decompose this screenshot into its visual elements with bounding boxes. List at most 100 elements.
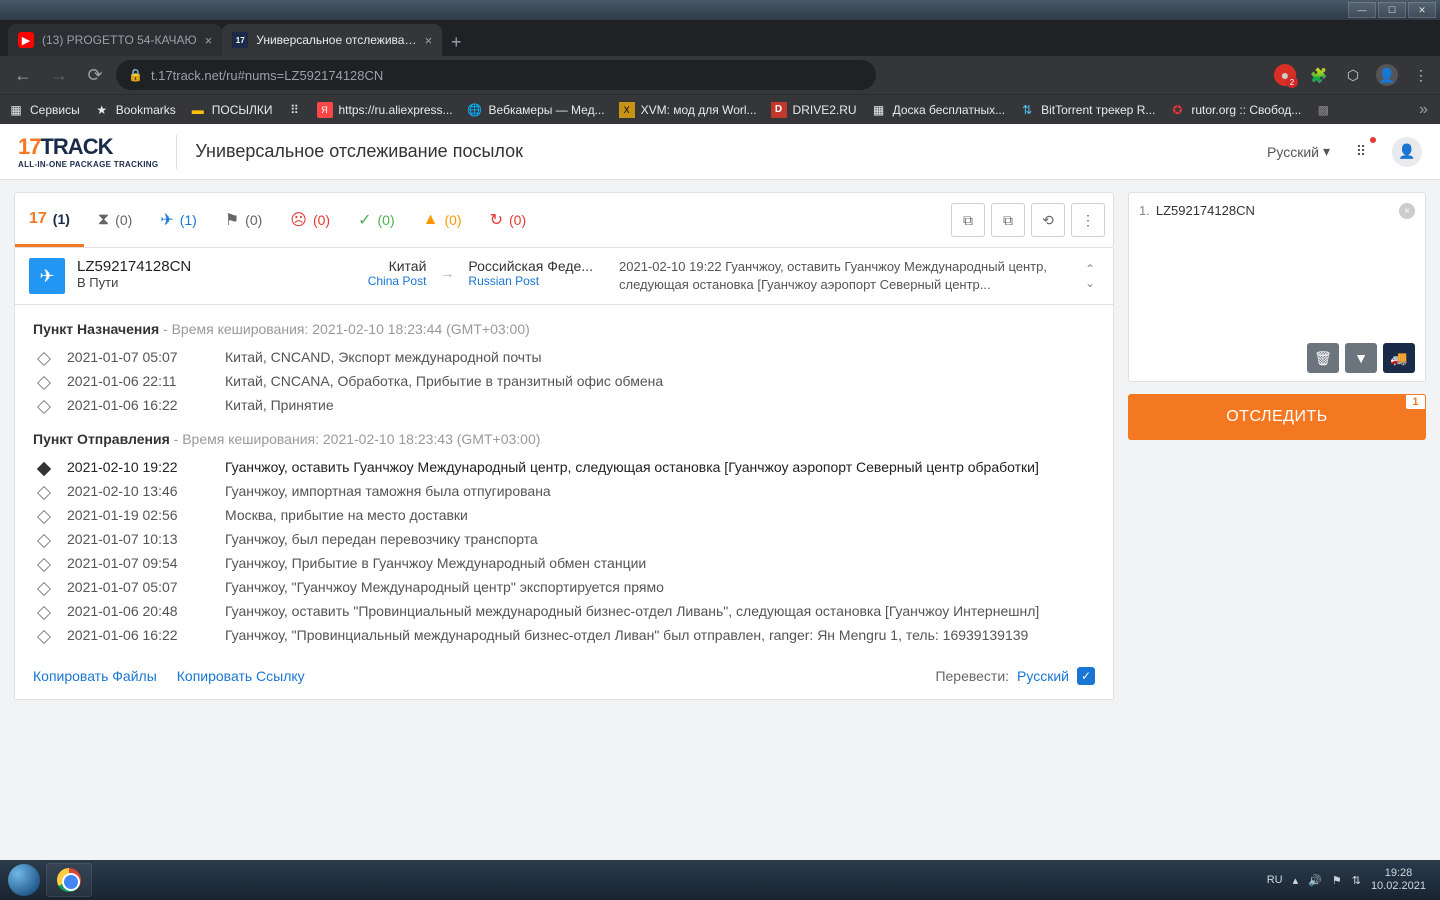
filter-tab-failed[interactable]: ☹ (0)	[276, 193, 344, 247]
tray-flag-icon[interactable]: ⚑	[1332, 874, 1342, 887]
translate-language[interactable]: Русский	[1017, 668, 1069, 684]
filter-tab-alert[interactable]: ▲ (0)	[409, 193, 476, 247]
back-button[interactable]: ←	[8, 60, 38, 90]
site-header: 17TRACK ALL-IN-ONE PACKAGE TRACKING Унив…	[0, 124, 1440, 180]
refresh-button[interactable]: ⟲	[1031, 203, 1065, 237]
bittorrent-icon: ⇅	[1019, 102, 1035, 118]
filter-button[interactable]: ▼	[1345, 343, 1377, 373]
language-selector[interactable]: Русский ▾	[1267, 143, 1330, 160]
extension-icon-2[interactable]: ⬡	[1342, 64, 1364, 86]
filter-tab-delivered[interactable]: ✓ (0)	[344, 193, 409, 247]
translate-checkbox[interactable]: ✓	[1077, 667, 1095, 685]
package-summary[interactable]: ✈ LZ592174128CN В Пути Китай China Post …	[14, 248, 1114, 305]
clear-input-button[interactable]: ×	[1399, 203, 1415, 219]
event-timestamp: 2021-01-19 02:56	[67, 507, 207, 523]
bookmark-item[interactable]: ▩	[1315, 102, 1331, 118]
timeline-dot	[37, 534, 51, 548]
caret-down-icon: ▾	[1323, 143, 1330, 160]
drive2-icon: D	[771, 102, 787, 118]
event-timestamp: 2021-01-07 05:07	[67, 349, 207, 365]
reload-button[interactable]: ⟳	[80, 60, 110, 90]
event-description: Гуанчжоу, был передан перевозчику трансп…	[225, 531, 1095, 547]
all-icon: 17	[29, 210, 47, 228]
window-close-button[interactable]: ✕	[1408, 2, 1436, 18]
event-row: 2021-01-06 16:22Гуанчжоу, "Провинциальны…	[39, 623, 1095, 647]
bookmark-item[interactable]: XXVM: мод для Worl...	[619, 102, 757, 118]
bookmark-item[interactable]: ⠿	[287, 102, 303, 118]
globe-icon: 🌐	[467, 102, 483, 118]
apps-icon: ▦	[8, 102, 24, 118]
browser-tab-17track[interactable]: 17 Универсальное отслеживание ×	[222, 24, 442, 56]
filter-tab-expired[interactable]: ↻ (0)	[476, 193, 541, 247]
collapse-button[interactable]: ⌃⌄	[1081, 262, 1099, 290]
filter-tab-pending[interactable]: ⧗ (0)	[84, 193, 146, 247]
copy-all-button[interactable]: ⧉	[991, 203, 1025, 237]
extension-icon[interactable]: ●2	[1274, 64, 1296, 86]
filter-tab-transit[interactable]: ✈ (1)	[146, 193, 211, 247]
tracking-input-box[interactable]: 1. LZ592174128CN × 🗑 ▼ 🚚	[1128, 192, 1426, 382]
origin-carrier[interactable]: China Post	[368, 274, 427, 288]
event-description: Китай, Принятие	[225, 397, 1095, 413]
event-timestamp: 2021-01-06 20:48	[67, 603, 207, 619]
apps-menu-button[interactable]: ⠿	[1348, 139, 1374, 165]
bookmarks-overflow-button[interactable]: »	[1419, 101, 1432, 119]
browser-tab-youtube[interactable]: ▶ (13) PROGETTO 54-КАЧАЮ ×	[8, 24, 222, 56]
bookmark-item[interactable]: 🌐Вебкамеры — Мед...	[467, 102, 605, 118]
new-tab-button[interactable]: +	[442, 28, 470, 56]
destination-events: 2021-01-07 05:07Китай, CNCAND, Экспорт м…	[39, 345, 1095, 417]
copy-button[interactable]: ⧉	[951, 203, 985, 237]
bookmark-item[interactable]: ▬ПОСЫЛКИ	[190, 102, 273, 118]
delete-button[interactable]: 🗑	[1307, 343, 1339, 373]
window-maximize-button[interactable]: ☐	[1378, 2, 1406, 18]
timeline-dot	[37, 606, 51, 620]
aliexpress-icon: Я	[317, 102, 333, 118]
browser-tab-strip: ▶ (13) PROGETTO 54-КАЧАЮ × 17 Универсаль…	[0, 20, 1440, 56]
tray-clock[interactable]: 19:28 10.02.2021	[1371, 867, 1426, 893]
profile-avatar[interactable]: 👤	[1376, 64, 1398, 86]
bookmark-services[interactable]: ▦Сервисы	[8, 102, 80, 118]
extensions-icon[interactable]: 🧩	[1308, 64, 1330, 86]
bookmark-item[interactable]: ✪rutor.org :: Свобод...	[1169, 102, 1301, 118]
copy-link-link[interactable]: Копировать Ссылку	[177, 668, 305, 684]
tray-network-icon[interactable]: ⇅	[1352, 874, 1361, 887]
track-button[interactable]: ОТСЛЕДИТЬ 1	[1128, 394, 1426, 440]
page-content: 17TRACK ALL-IN-ONE PACKAGE TRACKING Унив…	[0, 124, 1440, 860]
close-icon[interactable]: ×	[425, 33, 433, 48]
refresh-icon: ⟲	[1042, 212, 1054, 229]
start-button[interactable]	[4, 860, 44, 900]
window-minimize-button[interactable]: —	[1348, 2, 1376, 18]
windows-taskbar: RU ▴ 🔊 ⚑ ⇅ 19:28 10.02.2021	[0, 860, 1440, 900]
dest-carrier[interactable]: Russian Post	[468, 274, 593, 288]
taskbar-chrome[interactable]	[46, 863, 92, 897]
bookmark-item[interactable]: ▦Доска бесплатных...	[871, 102, 1006, 118]
forward-button[interactable]: →	[44, 60, 74, 90]
input-line: 1. LZ592174128CN	[1139, 203, 1415, 218]
filter-tab-all[interactable]: 17 (1)	[15, 193, 84, 247]
timeline-dot	[37, 352, 51, 366]
bookmark-item[interactable]: ★Bookmarks	[94, 102, 176, 118]
filter-tab-flagged[interactable]: ⚑ (0)	[211, 193, 276, 247]
timeline-dot	[37, 376, 51, 390]
event-description: Москва, прибытие на место доставки	[225, 507, 1095, 523]
bookmark-item[interactable]: DDRIVE2.RU	[771, 102, 857, 118]
user-menu-button[interactable]: 👤	[1392, 137, 1422, 167]
apps-grid-icon: ⠿	[1356, 143, 1366, 160]
event-row: 2021-01-19 02:56 Москва, прибытие на мест…	[39, 503, 1095, 527]
destination-section-head: Пункт Назначения - Время кеширования: 20…	[33, 321, 1095, 337]
plane-icon: ✈	[160, 210, 173, 230]
tray-sound-icon[interactable]: 🔊	[1308, 874, 1322, 887]
chrome-menu-button[interactable]: ⋮	[1410, 64, 1432, 86]
address-bar[interactable]: 🔒 t.17track.net/ru#nums=LZ592174128CN	[116, 60, 876, 90]
more-button[interactable]: ⋮	[1071, 203, 1105, 237]
event-description: Гуанчжоу, Прибытие в Гуанчжоу Международ…	[225, 555, 1095, 571]
tray-language[interactable]: RU	[1267, 874, 1283, 886]
copy-files-link[interactable]: Копировать Файлы	[33, 668, 157, 684]
site-logo[interactable]: 17TRACK ALL-IN-ONE PACKAGE TRACKING	[18, 134, 158, 169]
timeline-dot	[37, 400, 51, 414]
close-icon[interactable]: ×	[205, 33, 213, 48]
carrier-button[interactable]: 🚚	[1383, 343, 1415, 373]
bookmark-item[interactable]: Яhttps://ru.aliexpress...	[317, 102, 453, 118]
bookmark-item[interactable]: ⇅BitTorrent трекер R...	[1019, 102, 1155, 118]
event-row: 2021-01-06 16:22Китай, Принятие	[39, 393, 1095, 417]
tray-up-icon[interactable]: ▴	[1293, 874, 1299, 887]
